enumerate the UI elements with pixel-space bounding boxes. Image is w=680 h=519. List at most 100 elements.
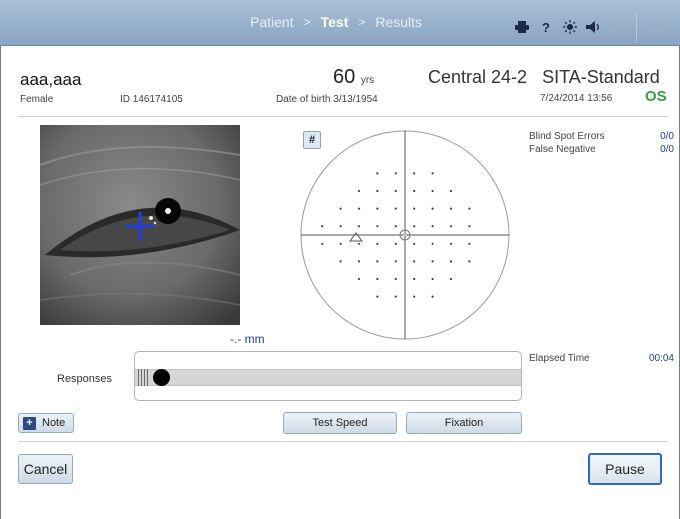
header-divider bbox=[18, 116, 668, 117]
test-point bbox=[468, 207, 471, 210]
test-point bbox=[394, 172, 397, 175]
test-point bbox=[449, 260, 453, 263]
elapsed-time: Elapsed Time 00:04 bbox=[529, 353, 674, 364]
fixation-button[interactable]: Fixation bbox=[406, 412, 522, 434]
cancel-button[interactable]: Cancel bbox=[18, 454, 73, 484]
test-point bbox=[431, 295, 434, 298]
test-point bbox=[431, 225, 434, 228]
stat-value: 0/0 bbox=[660, 131, 674, 142]
response-indicator bbox=[153, 369, 170, 386]
wrench-icon[interactable] bbox=[606, 16, 630, 38]
test-point bbox=[431, 207, 434, 210]
toolbar-divider bbox=[636, 12, 637, 42]
test-point bbox=[376, 277, 379, 281]
test-point bbox=[431, 189, 434, 193]
test-point bbox=[376, 172, 379, 175]
response-ticks bbox=[138, 369, 148, 386]
test-point bbox=[376, 189, 379, 193]
test-point bbox=[431, 260, 434, 263]
elapsed-label: Elapsed Time bbox=[529, 353, 590, 364]
test-point bbox=[339, 260, 342, 263]
tab-patient[interactable]: Patient bbox=[250, 14, 294, 30]
stat-label: False Negative bbox=[529, 144, 596, 155]
pupil-measurement: -.- mm bbox=[230, 332, 265, 346]
responses-track bbox=[135, 369, 521, 386]
test-point bbox=[449, 207, 453, 210]
pause-button[interactable]: Pause bbox=[588, 453, 662, 485]
stat-label: Blind Spot Errors bbox=[529, 131, 605, 142]
test-point bbox=[431, 242, 434, 245]
test-speed-button[interactable]: Test Speed bbox=[283, 412, 397, 434]
patient-name: aaa,aaa bbox=[20, 70, 82, 89]
age-unit: yrs bbox=[360, 75, 375, 86]
test-point bbox=[413, 295, 416, 298]
test-point bbox=[394, 260, 397, 263]
test-point bbox=[468, 225, 471, 228]
test-point bbox=[394, 242, 397, 245]
test-point bbox=[357, 260, 361, 263]
test-point bbox=[376, 225, 379, 228]
stat-row: Blind Spot Errors 0/0 bbox=[529, 131, 674, 142]
test-point bbox=[413, 172, 416, 175]
test-point bbox=[394, 295, 397, 298]
test-point bbox=[413, 207, 416, 210]
brightness-icon[interactable] bbox=[558, 16, 582, 38]
test-point bbox=[357, 189, 361, 193]
breadcrumb-separator: > bbox=[303, 15, 311, 29]
note-label: Note bbox=[42, 417, 66, 429]
help-icon[interactable]: ? bbox=[534, 16, 558, 38]
top-nav-bar: Patient > Test > Results ? bbox=[0, 0, 680, 46]
close-icon[interactable] bbox=[645, 16, 669, 38]
test-point bbox=[376, 242, 379, 245]
eye-label: OS bbox=[645, 88, 667, 105]
stat-row: False Negative 0/0 bbox=[529, 144, 674, 155]
test-point bbox=[357, 277, 361, 281]
printer-icon[interactable] bbox=[510, 16, 534, 38]
test-point bbox=[449, 225, 453, 228]
eye-camera-view bbox=[40, 125, 240, 325]
test-point bbox=[376, 260, 379, 263]
test-point bbox=[321, 242, 324, 245]
test-program: Central 24-2 SITA-Standard bbox=[428, 67, 660, 88]
test-point bbox=[468, 242, 471, 245]
test-point bbox=[357, 242, 361, 245]
test-point bbox=[449, 189, 453, 193]
test-datetime: 7/24/2014 13:56 bbox=[540, 93, 613, 104]
test-point bbox=[413, 260, 416, 263]
test-point bbox=[468, 260, 471, 263]
note-button[interactable]: + Note bbox=[18, 413, 74, 433]
tab-test[interactable]: Test bbox=[321, 14, 349, 30]
elapsed-value: 00:04 bbox=[648, 353, 674, 364]
footer-divider bbox=[18, 441, 668, 442]
test-point bbox=[449, 277, 453, 281]
test-pattern: Central 24-2 bbox=[428, 67, 528, 87]
test-point bbox=[394, 207, 397, 210]
responses-panel bbox=[134, 351, 522, 401]
test-point bbox=[449, 242, 453, 245]
volume-icon[interactable] bbox=[582, 16, 606, 38]
toolbar: ? bbox=[510, 12, 669, 42]
test-point bbox=[413, 189, 416, 193]
test-point bbox=[376, 207, 379, 210]
stat-value: 0/0 bbox=[660, 144, 674, 155]
visual-field-plot bbox=[300, 130, 510, 340]
test-point bbox=[357, 225, 361, 228]
patient-age: 60 yrs bbox=[333, 66, 374, 89]
add-note-icon: + bbox=[23, 416, 36, 430]
test-point bbox=[413, 225, 416, 228]
test-point bbox=[339, 225, 342, 228]
test-point bbox=[431, 277, 434, 281]
test-point bbox=[376, 295, 379, 298]
responses-label: Responses bbox=[57, 373, 113, 385]
age-value: 60 bbox=[333, 66, 356, 88]
tab-results[interactable]: Results bbox=[375, 14, 422, 30]
test-point bbox=[394, 277, 397, 281]
test-point bbox=[339, 207, 342, 210]
test-point bbox=[413, 242, 416, 245]
patient-id: ID 146174105 bbox=[120, 94, 183, 105]
test-point bbox=[394, 189, 397, 193]
patient-sex: Female bbox=[20, 94, 54, 105]
date-of-birth: Date of birth 3/13/1954 bbox=[276, 94, 378, 105]
test-point bbox=[394, 225, 397, 228]
test-point bbox=[431, 172, 434, 175]
